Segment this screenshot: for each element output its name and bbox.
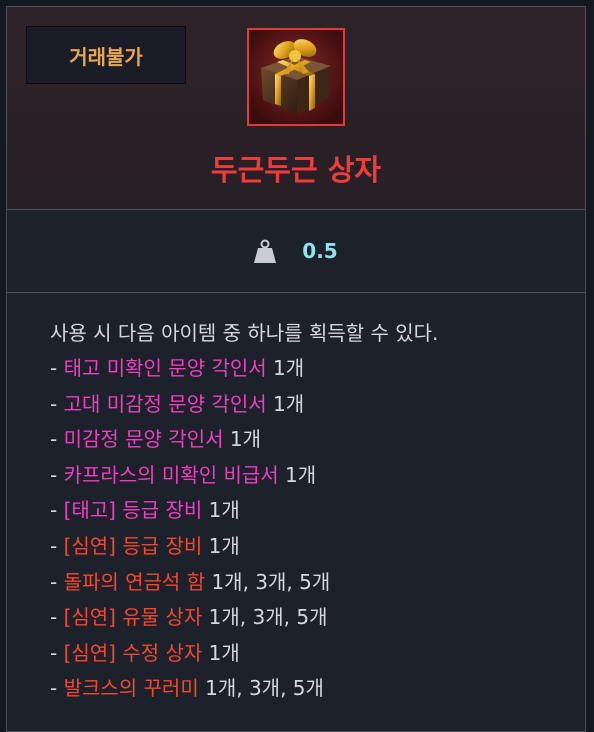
reward-item-quantity: 1개, 3개, 5개 <box>205 569 331 594</box>
reward-item-name: 태고 미확인 문양 각인서 <box>63 356 267 380</box>
description-intro: 사용 시 다음 아이템 중 하나를 획득할 수 있다. <box>50 321 439 345</box>
reward-item: - [태고] 등급 장비 1개 <box>50 493 585 529</box>
reward-bullet: - <box>50 605 64 630</box>
reward-item-name: [심연] 유물 상자 <box>63 605 203 630</box>
reward-bullet: - <box>50 498 64 523</box>
reward-item: - [심연] 유물 상자 1개, 3개, 5개 <box>50 600 585 636</box>
weight-value: 0.5 <box>302 239 338 263</box>
tooltip-header: 거래불가 두근두근 상자 <box>7 7 585 210</box>
reward-list: - 태고 미확인 문양 각인서 1개 - 고대 미감정 문양 각인서 1개 - 미감… <box>50 351 585 707</box>
reward-item-quantity: 1개 <box>223 427 261 452</box>
reward-item-name: [태고] 등급 장비 <box>63 498 203 523</box>
reward-item-quantity: 1개 <box>278 462 317 487</box>
weight-row: 0.5 <box>7 210 585 293</box>
reward-item: - 발크스의 꾸러미 1개, 3개, 5개 <box>50 671 585 707</box>
reward-item: - 고대 미감정 문양 각인서 1개 <box>50 387 585 423</box>
reward-item-quantity: 1개, 3개, 5개 <box>202 605 328 630</box>
item-tooltip: 거래불가 두근두근 상자 0.5 사용 시 다음 아이템 중 하나를 획득할 수… <box>6 6 586 732</box>
reward-item-name: [심연] 등급 장비 <box>63 533 203 558</box>
gift-box-graphic <box>249 30 343 124</box>
reward-item-quantity: 1개, 3개, 5개 <box>198 676 324 701</box>
reward-bullet: - <box>50 391 64 416</box>
reward-item-name: 돌파의 연금석 함 <box>63 569 206 594</box>
weight-icon <box>254 239 277 263</box>
reward-item: - 돌파의 연금석 함 1개, 3개, 5개 <box>50 565 585 601</box>
reward-bullet: - <box>50 640 64 665</box>
reward-item: - [심연] 등급 장비 1개 <box>50 529 585 565</box>
reward-item: - 카프라스의 미확인 비급서 1개 <box>50 458 585 494</box>
reward-item: - 태고 미확인 문양 각인서 1개 <box>50 351 585 387</box>
reward-item-name: 미감정 문양 각인서 <box>63 427 224 452</box>
trade-restriction-badge: 거래불가 <box>26 26 186 84</box>
reward-item-quantity: 1개 <box>266 391 305 416</box>
reward-bullet: - <box>50 569 64 594</box>
gift-box-icon[interactable] <box>247 28 345 126</box>
reward-bullet: - <box>50 427 64 452</box>
reward-bullet: - <box>50 356 64 380</box>
reward-item-name: [심연] 수정 상자 <box>63 640 203 665</box>
reward-bullet: - <box>50 462 64 487</box>
reward-item-quantity: 1개 <box>202 533 240 558</box>
item-name: 두근두근 상자 <box>210 153 382 187</box>
reward-bullet: - <box>50 533 64 558</box>
reward-item: - 미감정 문양 각인서 1개 <box>50 422 585 458</box>
reward-item: - [심연] 수정 상자 1개 <box>50 636 585 672</box>
reward-item-name: 고대 미감정 문양 각인서 <box>63 391 267 416</box>
reward-item-quantity: 1개 <box>202 640 240 665</box>
reward-item-quantity: 1개 <box>202 498 240 523</box>
reward-bullet: - <box>50 676 64 701</box>
reward-item-name: 발크스의 꾸러미 <box>63 676 199 701</box>
item-description: 사용 시 다음 아이템 중 하나를 획득할 수 있다. - 태고 미확인 문양 … <box>7 293 585 707</box>
reward-item-quantity: 1개 <box>266 356 305 380</box>
reward-item-name: 카프라스의 미확인 비급서 <box>63 462 279 487</box>
